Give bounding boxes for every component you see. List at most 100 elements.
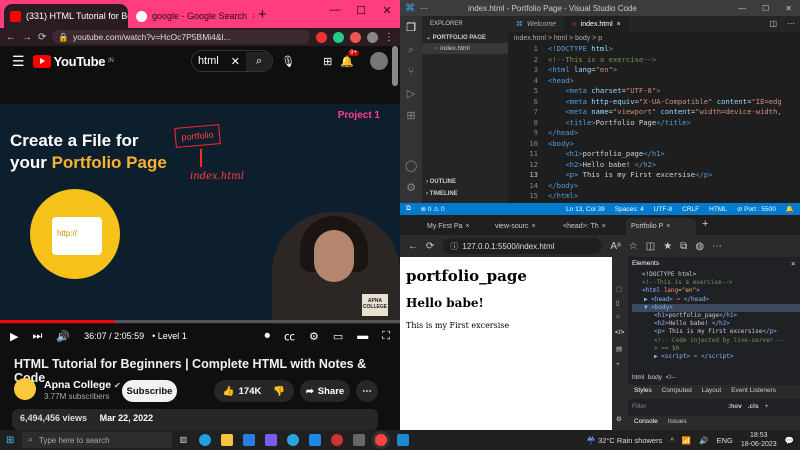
code-editor[interactable]: 1 2 3 4 5 6 7 8 9 10 11 12 13 14 15 <!DOCTYPE html> <!…	[508, 44, 800, 202]
extensions-icon[interactable]: ⊞	[405, 110, 417, 122]
hov-button[interactable]: :hov	[728, 403, 742, 410]
edge-tab-active[interactable]: Portfolio P ×	[626, 218, 696, 235]
outline-section[interactable]: › OUTLINE	[426, 179, 456, 185]
chapter-label[interactable]: • Level 1	[152, 331, 187, 341]
description-box[interactable]: 6,494,456 views Mar 22, 2022	[12, 409, 378, 430]
dom-node[interactable]: ▶ <head> ⋯ </head>	[632, 296, 800, 304]
network-icon[interactable]: 📶	[682, 436, 691, 445]
more-actions-button[interactable]: ⋯	[356, 380, 378, 402]
close-tab-icon[interactable]: ×	[465, 223, 469, 230]
dom-node[interactable]: <h1>portfolio_page</h1>	[632, 312, 800, 320]
autoplay-toggle-icon[interactable]: ⏺	[265, 330, 271, 343]
live-server-status[interactable]: ⊘ Port : 5500	[737, 205, 776, 213]
profile-avatar[interactable]	[367, 31, 378, 43]
forward-icon[interactable]: →	[22, 32, 32, 43]
dom-node[interactable]: <!-- Code injected by live-server --	[632, 337, 800, 345]
back-icon[interactable]: ←	[408, 241, 418, 252]
encoding[interactable]: UTF-8	[654, 206, 672, 213]
file-explorer-icon[interactable]	[221, 434, 234, 446]
play-icon[interactable]: ▶	[10, 330, 18, 343]
reload-icon[interactable]: ⟳	[426, 241, 434, 252]
youtube-logo[interactable]: YouTube IN	[32, 54, 114, 69]
telegram-icon[interactable]	[287, 434, 300, 446]
chrome-app-icon[interactable]	[375, 434, 388, 446]
minimize-icon[interactable]: —	[730, 4, 754, 13]
device-icon[interactable]: ▯	[616, 299, 620, 307]
task-view-icon[interactable]: ▥	[177, 434, 189, 446]
search-icon[interactable]: ⌕	[245, 51, 273, 71]
maximize-icon[interactable]: ☐	[348, 0, 374, 20]
account-avatar[interactable]	[370, 52, 388, 70]
edge-tab[interactable]: view-sourc ×	[490, 218, 552, 235]
subscribe-button[interactable]: Subscribe	[122, 380, 177, 402]
manage-gear-icon[interactable]: ⚙	[405, 182, 417, 194]
like-count[interactable]: 174K	[239, 386, 262, 397]
extension-icon[interactable]	[333, 31, 344, 43]
add-rule-icon[interactable]: +	[765, 403, 769, 410]
extension-icon[interactable]	[350, 31, 361, 43]
chrome-tab-google[interactable]: google - Google Search ×	[130, 4, 254, 28]
notifications-icon[interactable]: 🔔 9+	[340, 49, 360, 68]
problems-count[interactable]: ⊗ 0 ⚠ 0	[421, 205, 445, 213]
close-tab-icon[interactable]: ×	[617, 21, 621, 28]
search-icon[interactable]: ⌕	[405, 44, 417, 56]
app-icon[interactable]	[309, 434, 322, 446]
tab-computed[interactable]: Computed	[662, 387, 692, 397]
dom-node-selected[interactable]: ▼ <body>	[632, 303, 800, 313]
like-icon[interactable]: 👍	[223, 386, 235, 397]
elements-tab[interactable]: Elements	[632, 260, 659, 267]
tab-event-listeners[interactable]: Event Listeners	[731, 387, 776, 397]
edge-tab[interactable]: My First Pa ×	[422, 218, 484, 235]
tab-issues[interactable]: Issues	[668, 418, 687, 428]
video-player[interactable]: Project 1 Create a File for your Portfol…	[0, 104, 400, 324]
taskbar-search[interactable]: ⌕ Type here to search	[22, 432, 173, 448]
weather-widget[interactable]: ☔ 32°C Rain showers	[587, 436, 663, 445]
captions-icon[interactable]: ㏄	[284, 328, 295, 344]
new-tab-icon[interactable]: +	[258, 6, 267, 23]
cursor-position[interactable]: Ln 13, Col 39	[566, 206, 605, 213]
dislike-icon[interactable]: 👎	[273, 386, 285, 397]
reload-icon[interactable]: ⟳	[38, 32, 46, 43]
close-window-icon[interactable]: ✕	[374, 0, 400, 20]
styles-filter-input[interactable]: Filter	[632, 403, 722, 410]
back-icon[interactable]: ←	[6, 32, 16, 43]
clear-search-icon[interactable]: ✕	[225, 55, 246, 68]
maximize-icon[interactable]: ☐	[754, 4, 777, 13]
favorites-icon[interactable]: ★	[663, 241, 672, 252]
volume-icon[interactable]: 🔊	[699, 436, 708, 445]
profile-icon[interactable]: ◍	[695, 241, 704, 252]
theater-icon[interactable]: ▬	[357, 330, 368, 342]
close-tab-icon[interactable]: ×	[666, 223, 670, 230]
account-icon[interactable]: ◯	[405, 160, 417, 172]
home-icon[interactable]: ⌂	[616, 313, 620, 320]
close-devtools-icon[interactable]: ✕	[791, 260, 796, 268]
volume-icon[interactable]: 🔊	[56, 330, 70, 343]
settings-icon[interactable]: ⚙	[616, 415, 622, 423]
close-tab-icon[interactable]: ×	[602, 223, 606, 230]
dom-breadcrumb[interactable]: html body <!--	[632, 374, 676, 381]
dom-node[interactable]: <html lang="en">	[632, 287, 800, 295]
breadcrumb[interactable]: index.html > html > body > p	[508, 32, 800, 44]
console-icon[interactable]: ▤	[616, 345, 622, 353]
tab-styles[interactable]: Styles	[634, 387, 652, 397]
share-button[interactable]: ➦ Share	[300, 380, 350, 402]
more-actions-icon[interactable]: ⋯	[782, 16, 800, 32]
collections-icon[interactable]: ⧉	[680, 241, 687, 252]
dom-node[interactable]: <!DOCTYPE html>	[632, 271, 800, 279]
language-indicator[interactable]: ENG	[717, 436, 733, 445]
add-tool-icon[interactable]: +	[616, 361, 620, 368]
folder-header[interactable]: ⌄ PORTFOLIO PAGE	[422, 32, 508, 43]
app-icon[interactable]	[331, 434, 344, 446]
fullscreen-icon[interactable]: ⛶	[382, 330, 390, 343]
app-icon[interactable]	[265, 434, 278, 446]
edge-app-icon[interactable]	[199, 434, 212, 446]
split-screen-icon[interactable]: ◫	[646, 241, 655, 252]
cls-button[interactable]: .cls	[748, 403, 759, 410]
create-video-icon[interactable]: ⊞	[323, 55, 332, 68]
dom-node[interactable]: <h2>Hello babe! </h2>	[632, 320, 800, 328]
tab-welcome[interactable]: ⌘ Welcome	[508, 16, 564, 32]
close-tab-icon[interactable]: ×	[531, 223, 535, 230]
dom-node[interactable]: > == $0	[632, 345, 800, 353]
app-icon[interactable]	[353, 434, 366, 446]
microphone-icon[interactable]: 🎙	[281, 55, 295, 68]
